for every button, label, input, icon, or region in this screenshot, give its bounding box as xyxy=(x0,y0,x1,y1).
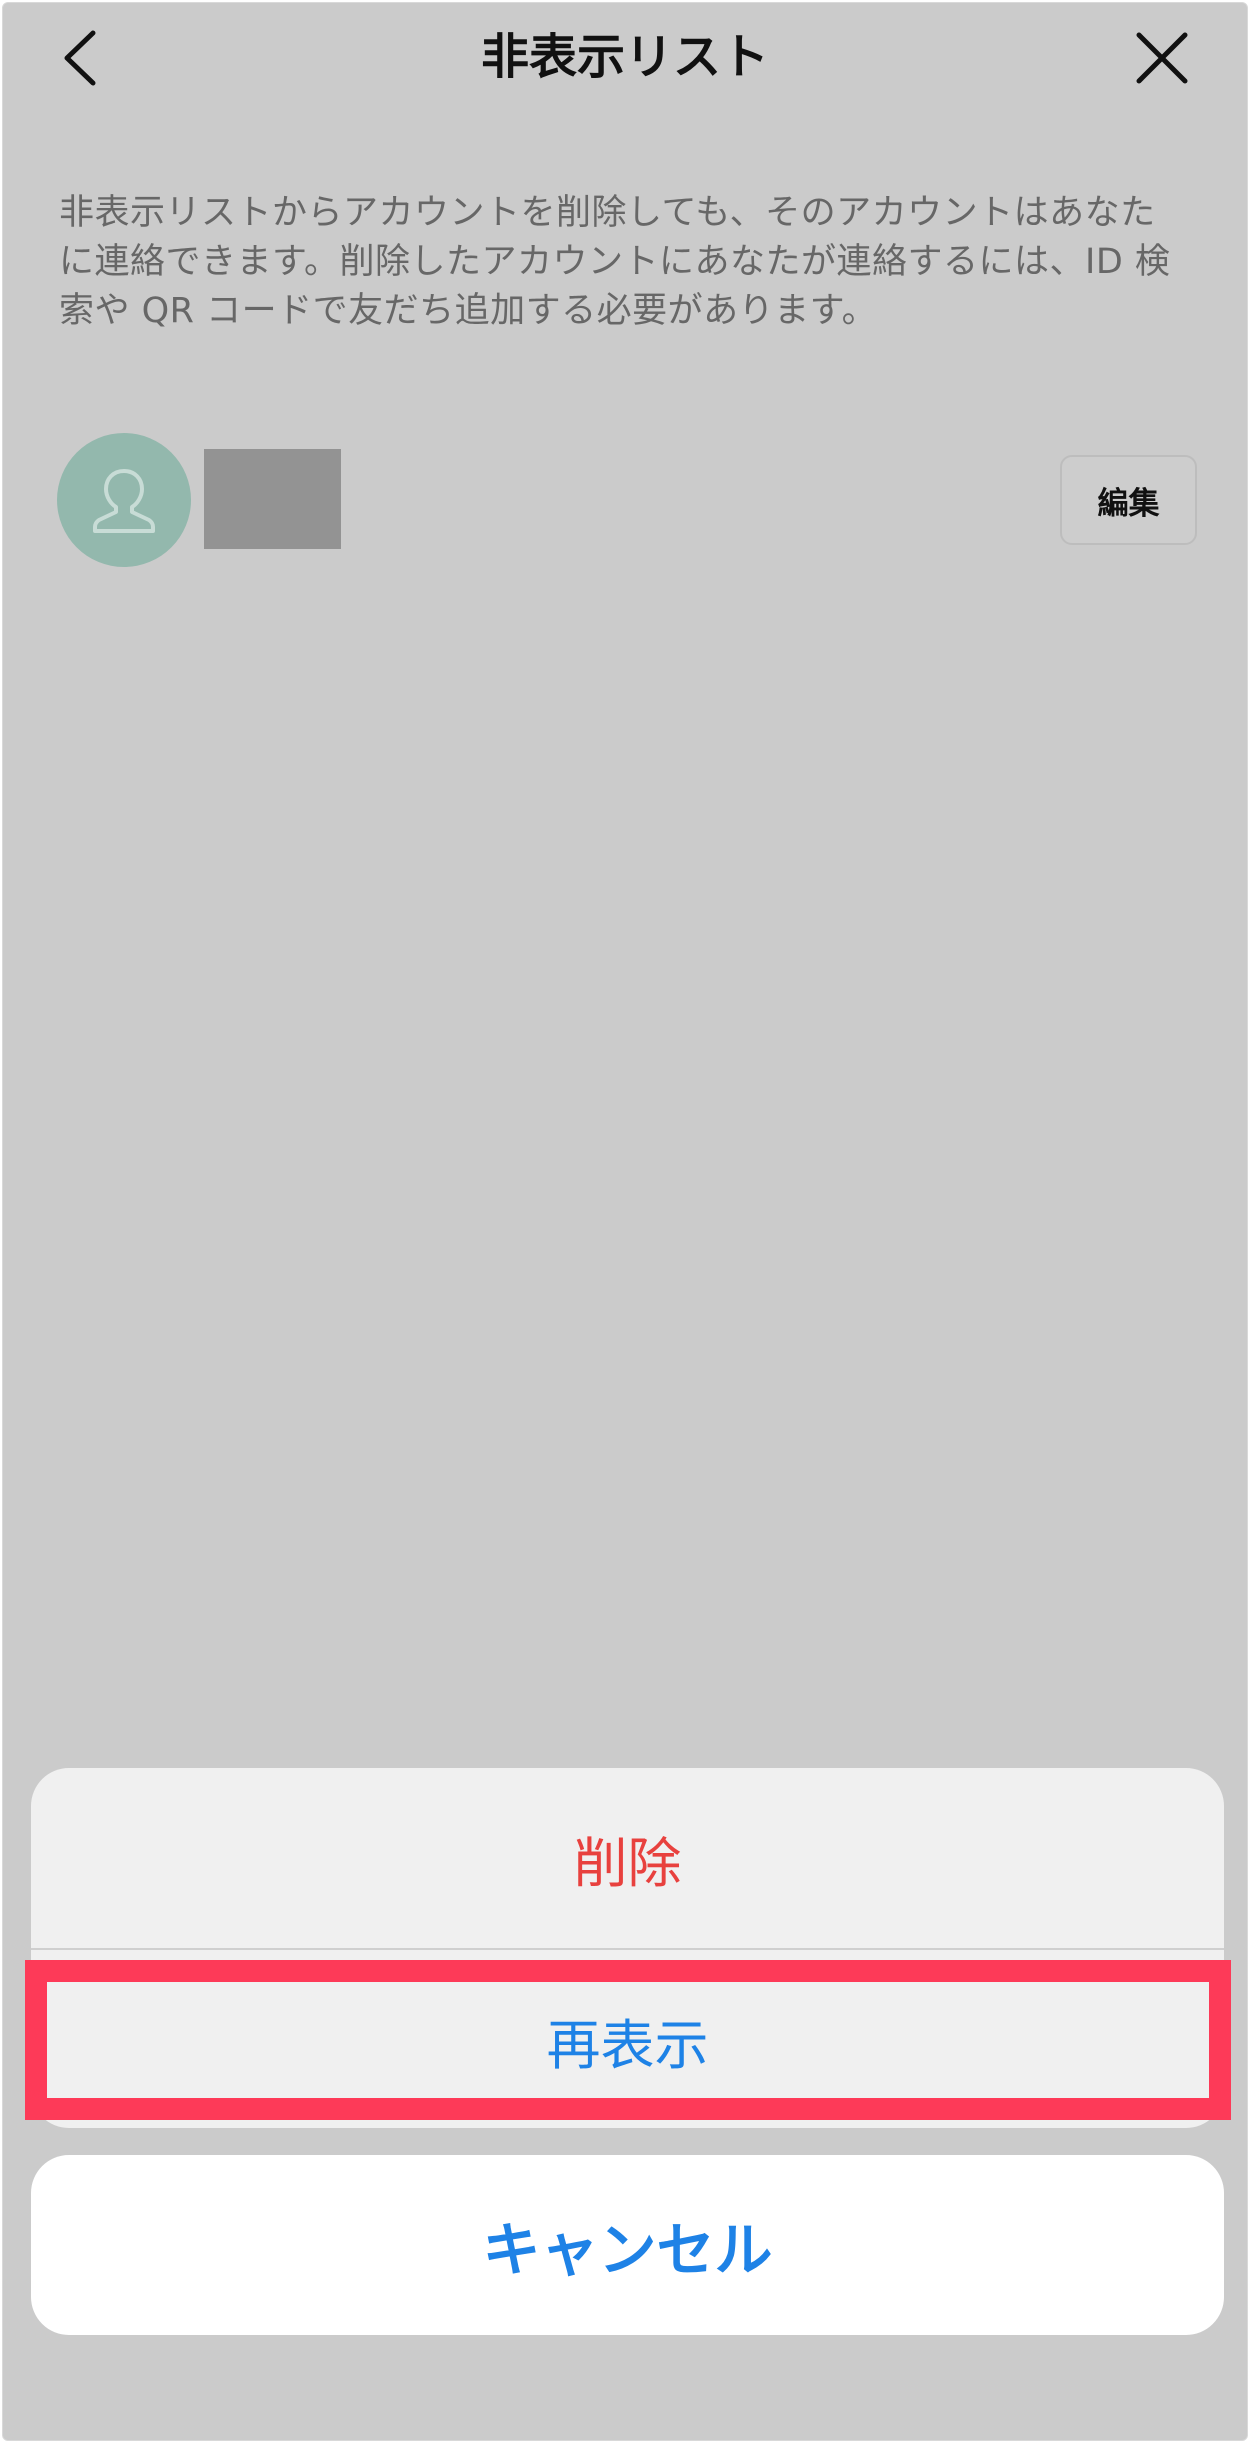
hidden-list-description: 非表示リストからアカウントを削除しても、そのアカウントはあなたに連絡できます。削… xyxy=(59,193,1171,331)
action-sheet: 削除 再表示 xyxy=(31,1768,1224,2128)
redacted-account-name xyxy=(204,449,341,549)
screen: 非表示リスト 非表示リストからアカウントを削除しても、そのアカウントはあなたに連… xyxy=(2,2,1248,2441)
delete-button[interactable]: 削除 xyxy=(31,1768,1224,1948)
edit-button[interactable]: 編集 xyxy=(1060,455,1197,545)
unhide-button[interactable]: 再表示 xyxy=(31,1950,1224,2128)
close-button[interactable] xyxy=(1127,23,1197,93)
close-icon xyxy=(1136,32,1188,84)
avatar[interactable] xyxy=(57,433,191,567)
page-title: 非表示リスト xyxy=(480,29,769,85)
person-icon xyxy=(93,469,155,533)
cancel-button[interactable]: キャンセル xyxy=(31,2155,1224,2335)
